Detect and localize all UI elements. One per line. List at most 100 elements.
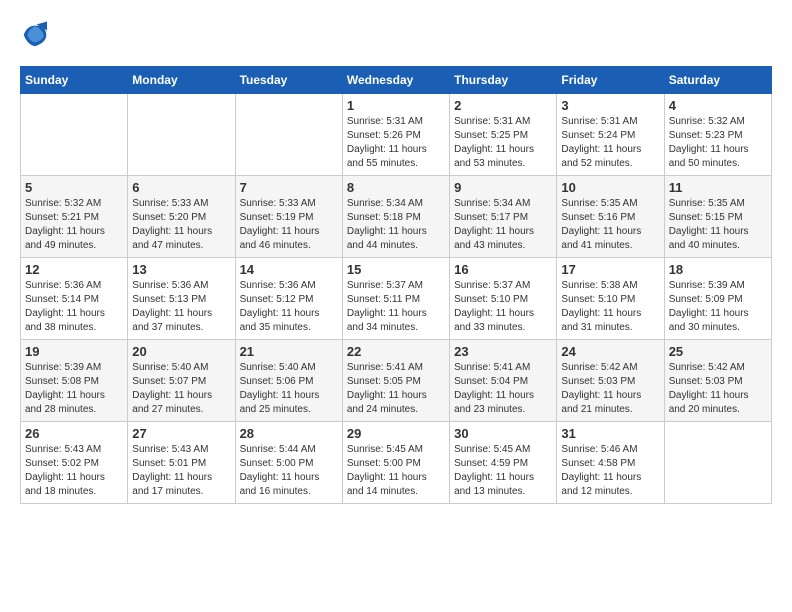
calendar-cell: 14 Sunrise: 5:36 AM Sunset: 5:12 PM Dayli… [235, 258, 342, 340]
day-info: Sunrise: 5:45 AM Sunset: 5:00 PM Dayligh… [347, 443, 445, 499]
day-number: 21 [240, 344, 338, 359]
day-info: Sunrise: 5:36 AM Sunset: 5:14 PM Dayligh… [25, 279, 123, 335]
day-number: 5 [25, 180, 123, 195]
calendar-cell: 9Sunrise: 5:34 AM Sunset: 5:17 PM Daylig… [450, 176, 557, 258]
day-info: Sunrise: 5:41 AM Sunset: 5:05 PM Dayligh… [347, 361, 445, 417]
calendar-cell: 23Sunrise: 5:41 AM Sunset: 5:04 PM Dayli… [450, 340, 557, 422]
day-number: 18 [669, 262, 767, 277]
day-number: 8 [347, 180, 445, 195]
calendar-cell: 26Sunrise: 5:43 AM Sunset: 5:02 PM Dayli… [21, 422, 128, 504]
calendar-cell [21, 94, 128, 176]
day-number: 2 [454, 98, 552, 113]
calendar-cell: 6 Sunrise: 5:33 AM Sunset: 5:20 PM Daylig… [128, 176, 235, 258]
calendar-cell: 21 Sunrise: 5:40 AM Sunset: 5:06 PM Dayli… [235, 340, 342, 422]
day-info: Sunrise: 5:35 AM Sunset: 5:15 PM Dayligh… [669, 197, 767, 253]
day-info: Sunrise: 5:40 AM Sunset: 5:06 PM Dayligh… [240, 361, 338, 417]
day-number: 20 [132, 344, 230, 359]
calendar-cell: 18 Sunrise: 5:39 AM Sunset: 5:09 PM Dayli… [664, 258, 771, 340]
calendar-cell: 7 Sunrise: 5:33 AM Sunset: 5:19 PM Daylig… [235, 176, 342, 258]
day-info: Sunrise: 5:42 AM Sunset: 5:03 PM Dayligh… [669, 361, 767, 417]
calendar-cell: 17 Sunrise: 5:38 AM Sunset: 5:10 PM Dayli… [557, 258, 664, 340]
calendar-cell: 30 Sunrise: 5:45 AM Sunset: 4:59 PM Dayli… [450, 422, 557, 504]
day-number: 26 [25, 426, 123, 441]
calendar-cell: 31Sunrise: 5:46 AM Sunset: 4:58 PM Dayli… [557, 422, 664, 504]
calendar-cell: 4 Sunrise: 5:32 AM Sunset: 5:23 PM Daylig… [664, 94, 771, 176]
day-number: 4 [669, 98, 767, 113]
day-number: 7 [240, 180, 338, 195]
day-info: Sunrise: 5:36 AM Sunset: 5:12 PM Dayligh… [240, 279, 338, 335]
day-info: Sunrise: 5:33 AM Sunset: 5:19 PM Dayligh… [240, 197, 338, 253]
calendar-cell: 12 Sunrise: 5:36 AM Sunset: 5:14 PM Dayli… [21, 258, 128, 340]
calendar-cell: 1Sunrise: 5:31 AM Sunset: 5:26 PM Daylig… [342, 94, 449, 176]
calendar-cell: 11 Sunrise: 5:35 AM Sunset: 5:15 PM Dayli… [664, 176, 771, 258]
day-info: Sunrise: 5:35 AM Sunset: 5:16 PM Dayligh… [561, 197, 659, 253]
day-number: 24 [561, 344, 659, 359]
calendar-cell [664, 422, 771, 504]
calendar-cell: 5 Sunrise: 5:32 AM Sunset: 5:21 PM Daylig… [21, 176, 128, 258]
calendar-header-row: SundayMondayTuesdayWednesdayThursdayFrid… [21, 67, 772, 94]
day-number: 19 [25, 344, 123, 359]
calendar-week-row: 5 Sunrise: 5:32 AM Sunset: 5:21 PM Daylig… [21, 176, 772, 258]
calendar-cell: 22 Sunrise: 5:41 AM Sunset: 5:05 PM Dayli… [342, 340, 449, 422]
calendar-cell: 25 Sunrise: 5:42 AM Sunset: 5:03 PM Dayli… [664, 340, 771, 422]
day-number: 25 [669, 344, 767, 359]
day-number: 17 [561, 262, 659, 277]
calendar-cell: 24 Sunrise: 5:42 AM Sunset: 5:03 PM Dayli… [557, 340, 664, 422]
calendar-cell: 2 Sunrise: 5:31 AM Sunset: 5:25 PM Daylig… [450, 94, 557, 176]
calendar-cell [128, 94, 235, 176]
day-info: Sunrise: 5:39 AM Sunset: 5:09 PM Dayligh… [669, 279, 767, 335]
calendar-cell: 8Sunrise: 5:34 AM Sunset: 5:18 PM Daylig… [342, 176, 449, 258]
day-header-tuesday: Tuesday [235, 67, 342, 94]
day-info: Sunrise: 5:41 AM Sunset: 5:04 PM Dayligh… [454, 361, 552, 417]
day-number: 6 [132, 180, 230, 195]
day-info: Sunrise: 5:33 AM Sunset: 5:20 PM Dayligh… [132, 197, 230, 253]
day-header-thursday: Thursday [450, 67, 557, 94]
calendar-cell: 16Sunrise: 5:37 AM Sunset: 5:10 PM Dayli… [450, 258, 557, 340]
day-info: Sunrise: 5:31 AM Sunset: 5:24 PM Dayligh… [561, 115, 659, 171]
calendar-cell: 28 Sunrise: 5:44 AM Sunset: 5:00 PM Dayli… [235, 422, 342, 504]
day-number: 30 [454, 426, 552, 441]
day-info: Sunrise: 5:45 AM Sunset: 4:59 PM Dayligh… [454, 443, 552, 499]
day-info: Sunrise: 5:31 AM Sunset: 5:25 PM Dayligh… [454, 115, 552, 171]
day-info: Sunrise: 5:42 AM Sunset: 5:03 PM Dayligh… [561, 361, 659, 417]
logo [20, 20, 56, 50]
calendar-cell: 3Sunrise: 5:31 AM Sunset: 5:24 PM Daylig… [557, 94, 664, 176]
day-header-wednesday: Wednesday [342, 67, 449, 94]
day-header-sunday: Sunday [21, 67, 128, 94]
day-info: Sunrise: 5:46 AM Sunset: 4:58 PM Dayligh… [561, 443, 659, 499]
day-info: Sunrise: 5:40 AM Sunset: 5:07 PM Dayligh… [132, 361, 230, 417]
calendar-cell: 10 Sunrise: 5:35 AM Sunset: 5:16 PM Dayli… [557, 176, 664, 258]
day-info: Sunrise: 5:44 AM Sunset: 5:00 PM Dayligh… [240, 443, 338, 499]
day-number: 10 [561, 180, 659, 195]
day-info: Sunrise: 5:43 AM Sunset: 5:01 PM Dayligh… [132, 443, 230, 499]
calendar-table: SundayMondayTuesdayWednesdayThursdayFrid… [20, 66, 772, 504]
calendar-week-row: 19 Sunrise: 5:39 AM Sunset: 5:08 PM Dayli… [21, 340, 772, 422]
page-header [20, 20, 772, 50]
day-header-monday: Monday [128, 67, 235, 94]
day-number: 13 [132, 262, 230, 277]
calendar-cell: 20 Sunrise: 5:40 AM Sunset: 5:07 PM Dayli… [128, 340, 235, 422]
calendar-cell: 15 Sunrise: 5:37 AM Sunset: 5:11 PM Dayli… [342, 258, 449, 340]
day-number: 29 [347, 426, 445, 441]
day-number: 9 [454, 180, 552, 195]
calendar-cell: 27 Sunrise: 5:43 AM Sunset: 5:01 PM Dayli… [128, 422, 235, 504]
day-number: 27 [132, 426, 230, 441]
calendar-cell [235, 94, 342, 176]
day-number: 16 [454, 262, 552, 277]
day-number: 15 [347, 262, 445, 277]
day-info: Sunrise: 5:38 AM Sunset: 5:10 PM Dayligh… [561, 279, 659, 335]
calendar-week-row: 12 Sunrise: 5:36 AM Sunset: 5:14 PM Dayli… [21, 258, 772, 340]
day-number: 28 [240, 426, 338, 441]
calendar-week-row: 26Sunrise: 5:43 AM Sunset: 5:02 PM Dayli… [21, 422, 772, 504]
logo-icon [20, 20, 50, 50]
day-info: Sunrise: 5:36 AM Sunset: 5:13 PM Dayligh… [132, 279, 230, 335]
day-info: Sunrise: 5:37 AM Sunset: 5:11 PM Dayligh… [347, 279, 445, 335]
day-number: 11 [669, 180, 767, 195]
day-info: Sunrise: 5:32 AM Sunset: 5:21 PM Dayligh… [25, 197, 123, 253]
day-number: 12 [25, 262, 123, 277]
day-number: 14 [240, 262, 338, 277]
day-info: Sunrise: 5:32 AM Sunset: 5:23 PM Dayligh… [669, 115, 767, 171]
day-number: 22 [347, 344, 445, 359]
calendar-cell: 29 Sunrise: 5:45 AM Sunset: 5:00 PM Dayli… [342, 422, 449, 504]
day-info: Sunrise: 5:39 AM Sunset: 5:08 PM Dayligh… [25, 361, 123, 417]
